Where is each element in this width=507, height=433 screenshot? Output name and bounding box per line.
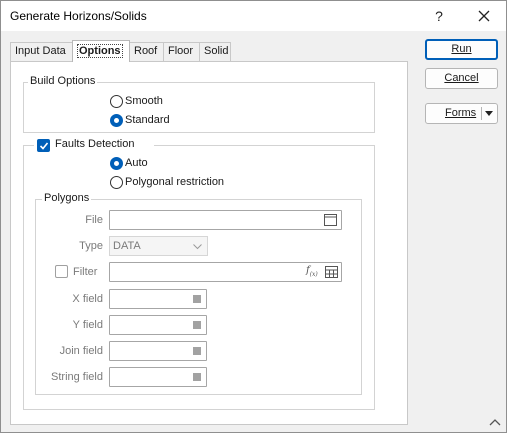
polygonal-restriction-label: Polygonal restriction — [125, 176, 225, 188]
smooth-label: Smooth — [125, 95, 163, 107]
list-icon[interactable] — [193, 373, 201, 381]
tab-solid[interactable]: Solid — [199, 42, 231, 61]
string-field-input[interactable] — [109, 367, 207, 387]
standard-label: Standard — [125, 114, 170, 126]
function-icon[interactable]: f(x) — [306, 265, 318, 278]
polygonal-restriction-radio[interactable]: Polygonal restriction — [110, 174, 224, 190]
tab-roof[interactable]: Roof — [129, 42, 164, 61]
tab-options[interactable]: Options — [72, 40, 130, 62]
radio-indicator — [110, 156, 123, 170]
x-field-input[interactable] — [109, 289, 207, 309]
tab-label: Options — [77, 44, 123, 58]
window-title: Generate Horizons/Solids — [10, 9, 147, 23]
auto-radio[interactable]: Auto — [110, 155, 148, 171]
run-button[interactable]: Run — [425, 39, 498, 60]
options-panel: Build Options Smooth Standard Faults Det… — [10, 61, 408, 425]
radio-indicator — [110, 175, 123, 189]
forms-label: Forms — [445, 107, 477, 119]
y-field-input[interactable] — [109, 315, 207, 335]
cancel-label: Cancel — [444, 72, 479, 84]
auto-label: Auto — [125, 157, 148, 169]
build-options-group — [23, 82, 375, 133]
run-label: Run — [451, 43, 472, 55]
filter-checkbox[interactable] — [55, 265, 68, 278]
browse-icon[interactable] — [324, 214, 337, 226]
forms-divider — [481, 107, 482, 120]
y-field-label: Y field — [72, 319, 103, 331]
tab-input-data[interactable]: Input Data — [10, 42, 73, 61]
type-label: Type — [79, 240, 103, 252]
radio-indicator — [110, 94, 123, 108]
tab-label: Roof — [134, 45, 158, 57]
chevron-up-icon[interactable] — [489, 418, 501, 426]
type-value: DATA — [113, 240, 141, 252]
polygons-legend: Polygons — [42, 192, 92, 204]
table-icon[interactable] — [325, 266, 338, 278]
build-options-legend: Build Options — [28, 75, 98, 87]
standard-radio[interactable]: Standard — [110, 112, 170, 128]
list-icon[interactable] — [193, 321, 201, 329]
check-icon — [39, 142, 49, 150]
faults-detection-label: Faults Detection — [53, 138, 137, 150]
chevron-down-icon — [193, 244, 202, 250]
filter-label: Filter — [73, 266, 98, 278]
help-button[interactable]: ? — [424, 4, 454, 28]
forms-button[interactable]: Forms — [425, 103, 498, 124]
list-icon[interactable] — [193, 347, 201, 355]
filter-input[interactable]: f(x) — [109, 262, 342, 282]
tab-floor[interactable]: Floor — [163, 42, 200, 61]
radio-indicator — [110, 113, 123, 127]
dialog-window: Generate Horizons/Solids ? Input Data Op… — [0, 0, 507, 433]
file-input[interactable] — [109, 210, 342, 230]
dropdown-arrow-icon[interactable] — [485, 111, 493, 116]
list-icon[interactable] — [193, 295, 201, 303]
tab-label: Solid — [204, 45, 229, 57]
close-icon — [478, 10, 490, 22]
string-field-label: String field — [51, 371, 103, 383]
close-button[interactable] — [467, 4, 501, 28]
type-select[interactable]: DATA — [109, 236, 208, 256]
cancel-button[interactable]: Cancel — [425, 68, 498, 89]
join-field-label: Join field — [59, 345, 103, 357]
tab-label: Floor — [168, 45, 194, 57]
title-bar: Generate Horizons/Solids ? — [1, 1, 506, 31]
join-field-input[interactable] — [109, 341, 207, 361]
smooth-radio[interactable]: Smooth — [110, 93, 163, 109]
x-field-label: X field — [72, 293, 103, 305]
tab-label: Input Data — [15, 45, 66, 57]
file-label: File — [85, 214, 103, 226]
faults-detection-checkbox[interactable] — [37, 139, 50, 152]
